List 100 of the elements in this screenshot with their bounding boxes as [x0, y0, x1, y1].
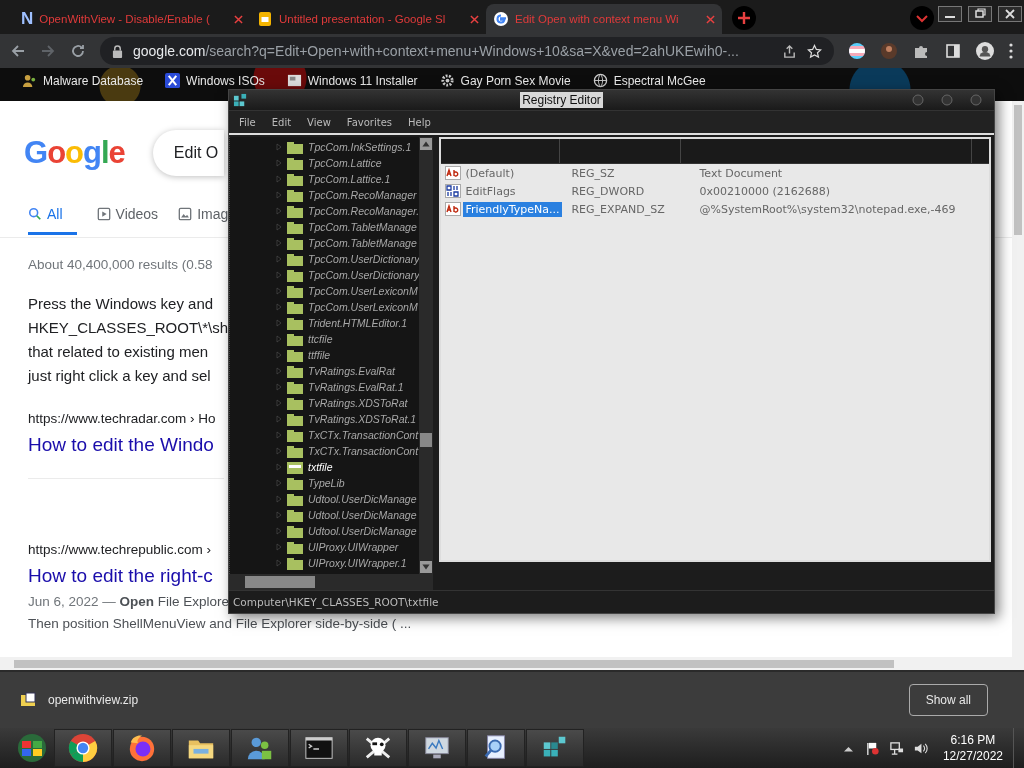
- browser-tab[interactable]: N OpenWithView - Disable/Enable (: [14, 4, 250, 34]
- network-icon[interactable]: [888, 740, 904, 756]
- tree-item[interactable]: TpcCom.Lattice: [276, 155, 420, 171]
- dropdown-icon[interactable]: [910, 6, 934, 30]
- value-name[interactable]: FriendlyTypeNa...: [463, 201, 562, 217]
- profile-icon[interactable]: [976, 42, 994, 60]
- volume-icon[interactable]: [912, 740, 928, 756]
- show-all-button[interactable]: Show all: [908, 684, 988, 716]
- tree-item[interactable]: Udtool.UserDicManage: [276, 491, 420, 507]
- tree-item[interactable]: TpcCom.Lattice.1: [276, 171, 420, 187]
- taskbar-button[interactable]: [408, 729, 466, 767]
- tree-item[interactable]: TpcCom.UserDictionary: [276, 251, 420, 267]
- menu-item[interactable]: View: [299, 116, 339, 128]
- search-field[interactable]: Edit O: [152, 130, 224, 176]
- address-field[interactable]: google.com/search?q=Edit+Open+with+context+menu+Windows+10&sa=X&ved=2ahUKEwih0-...: [100, 37, 834, 65]
- value-data: @%SystemRoot%\system32\notepad.exe,-469: [698, 202, 957, 216]
- result-title-link[interactable]: How to edit the right-c: [28, 565, 213, 587]
- tree-item[interactable]: Udtool.UserDicManage: [276, 507, 420, 523]
- search-tab[interactable]: Videos: [96, 205, 159, 236]
- menu-item[interactable]: Help: [400, 116, 439, 128]
- tree-item[interactable]: TvRatings.EvalRat: [276, 363, 420, 379]
- search-tab[interactable]: Imag: [178, 205, 229, 236]
- close-icon[interactable]: [470, 14, 479, 24]
- tree-item[interactable]: UIProxy.UIWrapper.1: [276, 555, 420, 571]
- maximize-button[interactable]: [941, 94, 953, 106]
- scroll-thumb[interactable]: [420, 433, 433, 448]
- tree-item[interactable]: TpcCom.TabletManage: [276, 219, 420, 235]
- restore-icon[interactable]: [968, 6, 992, 22]
- tree-item[interactable]: TxCTx.TransactionCont: [276, 443, 420, 459]
- scroll-thumb[interactable]: [1014, 105, 1022, 235]
- tree-item[interactable]: TpcCom.RecoManager: [276, 187, 420, 203]
- minimize-icon[interactable]: [938, 6, 962, 22]
- star-icon[interactable]: [807, 43, 822, 59]
- fox-icon: [127, 733, 157, 763]
- scroll-down-icon[interactable]: [420, 561, 433, 573]
- bookmark[interactable]: Malware Database: [22, 73, 144, 88]
- tree-item[interactable]: TpcCom.UserLexiconM: [276, 299, 420, 315]
- menu-item[interactable]: File: [231, 116, 264, 128]
- minimize-button[interactable]: [912, 94, 924, 106]
- taskbar-button[interactable]: [526, 729, 584, 767]
- menu-item[interactable]: Edit: [263, 116, 300, 128]
- close-button[interactable]: [970, 94, 982, 106]
- value-name[interactable]: (Default): [463, 165, 517, 181]
- scrollbar[interactable]: [229, 574, 434, 590]
- scroll-thumb[interactable]: [245, 576, 315, 588]
- share-icon[interactable]: [782, 43, 797, 59]
- tree-item[interactable]: Udtool.UserDicManage: [276, 523, 420, 539]
- tree-item[interactable]: TvRatings.EvalRat.1: [276, 379, 420, 395]
- reload-icon[interactable]: [70, 43, 86, 59]
- scroll-thumb[interactable]: [14, 659, 894, 668]
- tree-item[interactable]: ttcfile: [276, 331, 420, 347]
- close-icon[interactable]: [998, 6, 1022, 22]
- bookmark[interactable]: Gay Porn Sex Movie: [439, 73, 571, 88]
- tree-item[interactable]: TpcCom.RecoManager.: [276, 203, 420, 219]
- tree-item[interactable]: UIProxy.UIWrapper: [276, 539, 420, 555]
- tree-item[interactable]: TpcCom.InkSettings.1: [276, 139, 420, 155]
- avatar-icon[interactable]: [880, 42, 898, 60]
- browser-tab[interactable]: Untitled presentation - Google Sl: [250, 4, 486, 34]
- menu-item[interactable]: Favorites: [338, 116, 400, 128]
- flag-icon[interactable]: [864, 740, 880, 756]
- scrollbar[interactable]: [419, 137, 434, 574]
- result-title-link[interactable]: How to edit the Windo: [28, 434, 214, 456]
- search-tab[interactable]: All: [28, 205, 77, 235]
- close-icon[interactable]: [234, 14, 243, 24]
- tree-item[interactable]: txtfile: [276, 459, 420, 475]
- new-tab-icon[interactable]: [732, 6, 756, 30]
- flag-icon[interactable]: [848, 42, 866, 60]
- tree-item[interactable]: TypeLib: [276, 475, 420, 491]
- bookmark[interactable]: Windows ISOs: [165, 73, 265, 88]
- scrollbar[interactable]: [0, 657, 1024, 670]
- back-icon[interactable]: [10, 43, 26, 59]
- tree-item[interactable]: TpcCom.TabletManage: [276, 235, 420, 251]
- search-icon: [28, 207, 42, 221]
- results-count: About 40,400,000 results (0.58: [28, 257, 213, 272]
- tree-item[interactable]: ttffile: [276, 347, 420, 363]
- scroll-up-icon[interactable]: [420, 138, 433, 150]
- value-name[interactable]: EditFlags: [463, 183, 518, 199]
- zip-file-icon: [20, 692, 36, 708]
- taskbar-button[interactable]: [290, 729, 348, 767]
- google-logo[interactable]: Google: [24, 135, 125, 171]
- clock-time: 6:16 PM: [950, 732, 996, 748]
- taskbar-button[interactable]: [467, 729, 525, 767]
- tree-item[interactable]: Trident.HTMLEditor.1: [276, 315, 420, 331]
- bookmark[interactable]: Windows 11 Installer: [286, 73, 418, 88]
- tree-item[interactable]: TpcCom.UserDictionary: [276, 267, 420, 283]
- taskbar-button[interactable]: [349, 729, 407, 767]
- tree-item[interactable]: TxCTx.TransactionCont: [276, 427, 420, 443]
- taskbar-button[interactable]: [54, 729, 112, 767]
- taskbar-button[interactable]: [231, 729, 289, 767]
- forward-icon[interactable]: [40, 43, 56, 59]
- menu-icon[interactable]: [1008, 42, 1014, 60]
- download-filename[interactable]: openwithview.zip: [48, 693, 139, 707]
- bookmark[interactable]: Espectral McGee: [592, 73, 706, 88]
- scrollbar[interactable]: [1012, 101, 1024, 657]
- taskbar-button[interactable]: [172, 729, 230, 767]
- sidebar-icon[interactable]: [944, 42, 962, 60]
- tree-item[interactable]: TvRatings.XDSToRat.1: [276, 411, 420, 427]
- tree-item[interactable]: TpcCom.UserLexiconM: [276, 283, 420, 299]
- taskbar-button[interactable]: [113, 729, 171, 767]
- tree-item[interactable]: TvRatings.XDSToRat: [276, 395, 420, 411]
